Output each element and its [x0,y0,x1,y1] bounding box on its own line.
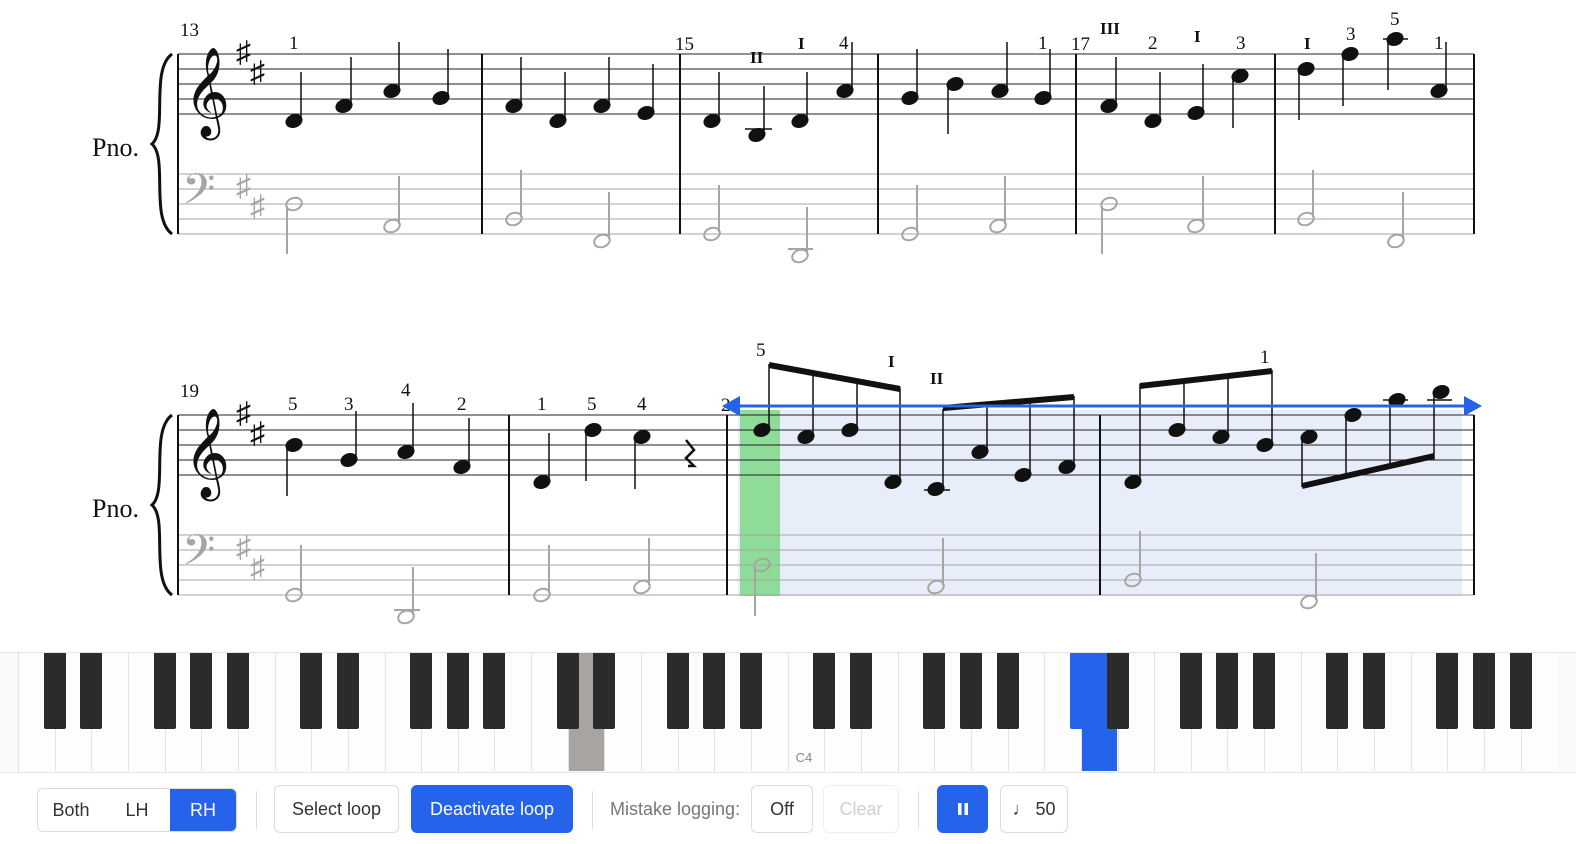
piano-black-key[interactable] [1106,653,1129,729]
pause-icon [957,803,968,815]
hand-rh-button[interactable]: RH [170,789,236,831]
piano-black-key[interactable] [996,653,1019,729]
measure-number: 13 [180,20,199,41]
bass-clef: 𝄢 [182,167,215,224]
piano-black-key[interactable] [300,653,323,729]
piano-black-key[interactable] [1509,653,1532,729]
hand-lh-button[interactable]: LH [104,789,170,831]
piano-black-key[interactable] [923,653,946,729]
piano-black-key[interactable] [226,653,249,729]
quarter-rest [684,439,698,468]
piano-black-key[interactable] [1326,653,1349,729]
fingering: 4 [637,394,647,415]
select-loop-button[interactable]: Select loop [274,785,399,833]
piano-black-key[interactable] [153,653,176,729]
piano-black-key[interactable] [740,653,762,729]
fingering: 3 [1346,24,1356,45]
fingering: 1 [537,394,547,415]
fingering: 5 [756,340,766,361]
fingering: 1 [1260,347,1270,368]
piano-black-key[interactable] [1363,653,1386,729]
divider [256,791,257,829]
string-marking: I [1304,34,1311,53]
svg-text:♯: ♯ [250,417,265,450]
toolbar: Both LH RH Select loop Deactivate loop M… [0,772,1576,844]
piano-black-key[interactable] [1069,653,1092,729]
piano-black-key[interactable] [336,653,359,729]
piano-black-key[interactable] [410,653,433,729]
mistake-logging-label: Mistake logging: [610,799,741,819]
system-2: 𝄞 𝄢 ♯ ♯ ♯ ♯ Pno. 19 2 1 [92,340,1482,625]
piano-black-key[interactable] [959,653,982,729]
brace [149,52,174,236]
bass-clef: 𝄢 [182,528,215,585]
hand-both-button[interactable]: Both [38,789,104,831]
piano-keyboard[interactable]: C4 [0,652,1576,773]
svg-text:♯: ♯ [236,531,251,564]
deactivate-loop-button[interactable]: Deactivate loop [411,785,573,833]
piano-black-key[interactable] [1216,653,1239,729]
instrument-label: Pno. [92,494,139,523]
string-marking: II [930,369,944,388]
piano-black-key[interactable] [190,653,213,729]
piano-black-key[interactable] [1253,653,1276,729]
string-marking: II [750,48,764,67]
piano-black-key[interactable] [813,653,836,729]
piano-black-key[interactable] [849,653,872,729]
brace [149,413,174,597]
fingering: 3 [1236,33,1246,54]
fingering: 1 [289,33,299,54]
mistake-logging-toggle[interactable]: Off [751,785,813,833]
svg-text:♯: ♯ [250,551,265,584]
svg-text:♯: ♯ [250,190,265,223]
piano-black-key[interactable] [80,653,103,729]
instrument-label: Pno. [92,133,139,162]
svg-text:♯: ♯ [250,56,265,89]
piano-black-key[interactable] [43,653,66,729]
divider [592,791,593,829]
tempo-button[interactable]: ♩ 50 [1000,785,1068,833]
fingering: 5 [1390,9,1400,30]
piano-black-key[interactable] [703,653,726,729]
string-marking: III [1100,19,1120,38]
piano-black-key[interactable] [593,653,616,729]
svg-text:♯: ♯ [236,36,251,69]
hand-selector: Both LH RH [37,788,237,832]
fingering: 4 [401,380,411,401]
string-marking: I [888,352,895,371]
string-marking: I [1194,27,1201,46]
measure-number: 19 [180,381,199,402]
fingering: 2 [1148,33,1158,54]
fingering: 5 [587,394,597,415]
fingering: 2 [457,394,467,415]
fingering: 3 [344,394,354,415]
measure-number: 15 [675,34,694,55]
string-marking: I [798,34,805,53]
treble-clef: 𝄞 [184,48,230,141]
clear-button[interactable]: Clear [823,785,899,833]
playhead [740,410,780,596]
middle-c-label: C4 [795,750,813,765]
measure-number: 17 [1071,34,1090,55]
divider [918,791,919,829]
svg-text:♯: ♯ [236,397,251,430]
piano-black-key[interactable] [1436,653,1459,729]
fingering: 4 [839,33,849,54]
score-view[interactable]: 𝄞 𝄢 ♯ ♯ ♯ ♯ Pno. 13 15 17 1 4 1 2 3 3 5 … [0,0,1576,650]
piano-black-key[interactable] [666,653,689,729]
fingering: 5 [288,394,298,415]
svg-text:♯: ♯ [236,170,251,203]
piano-black-key[interactable] [483,653,506,729]
piano-black-key[interactable] [1473,653,1495,729]
piano-black-key[interactable] [556,653,579,729]
pause-button[interactable] [937,785,988,833]
piano-black-key[interactable] [446,653,469,729]
fingering: 1 [1434,33,1444,54]
system-1: 𝄞 𝄢 ♯ ♯ ♯ ♯ Pno. 13 15 17 1 4 1 2 3 3 5 … [92,9,1475,264]
treble-clef: 𝄞 [184,409,230,502]
fingering: 1 [1038,33,1048,54]
piano-black-key[interactable] [1179,653,1202,729]
